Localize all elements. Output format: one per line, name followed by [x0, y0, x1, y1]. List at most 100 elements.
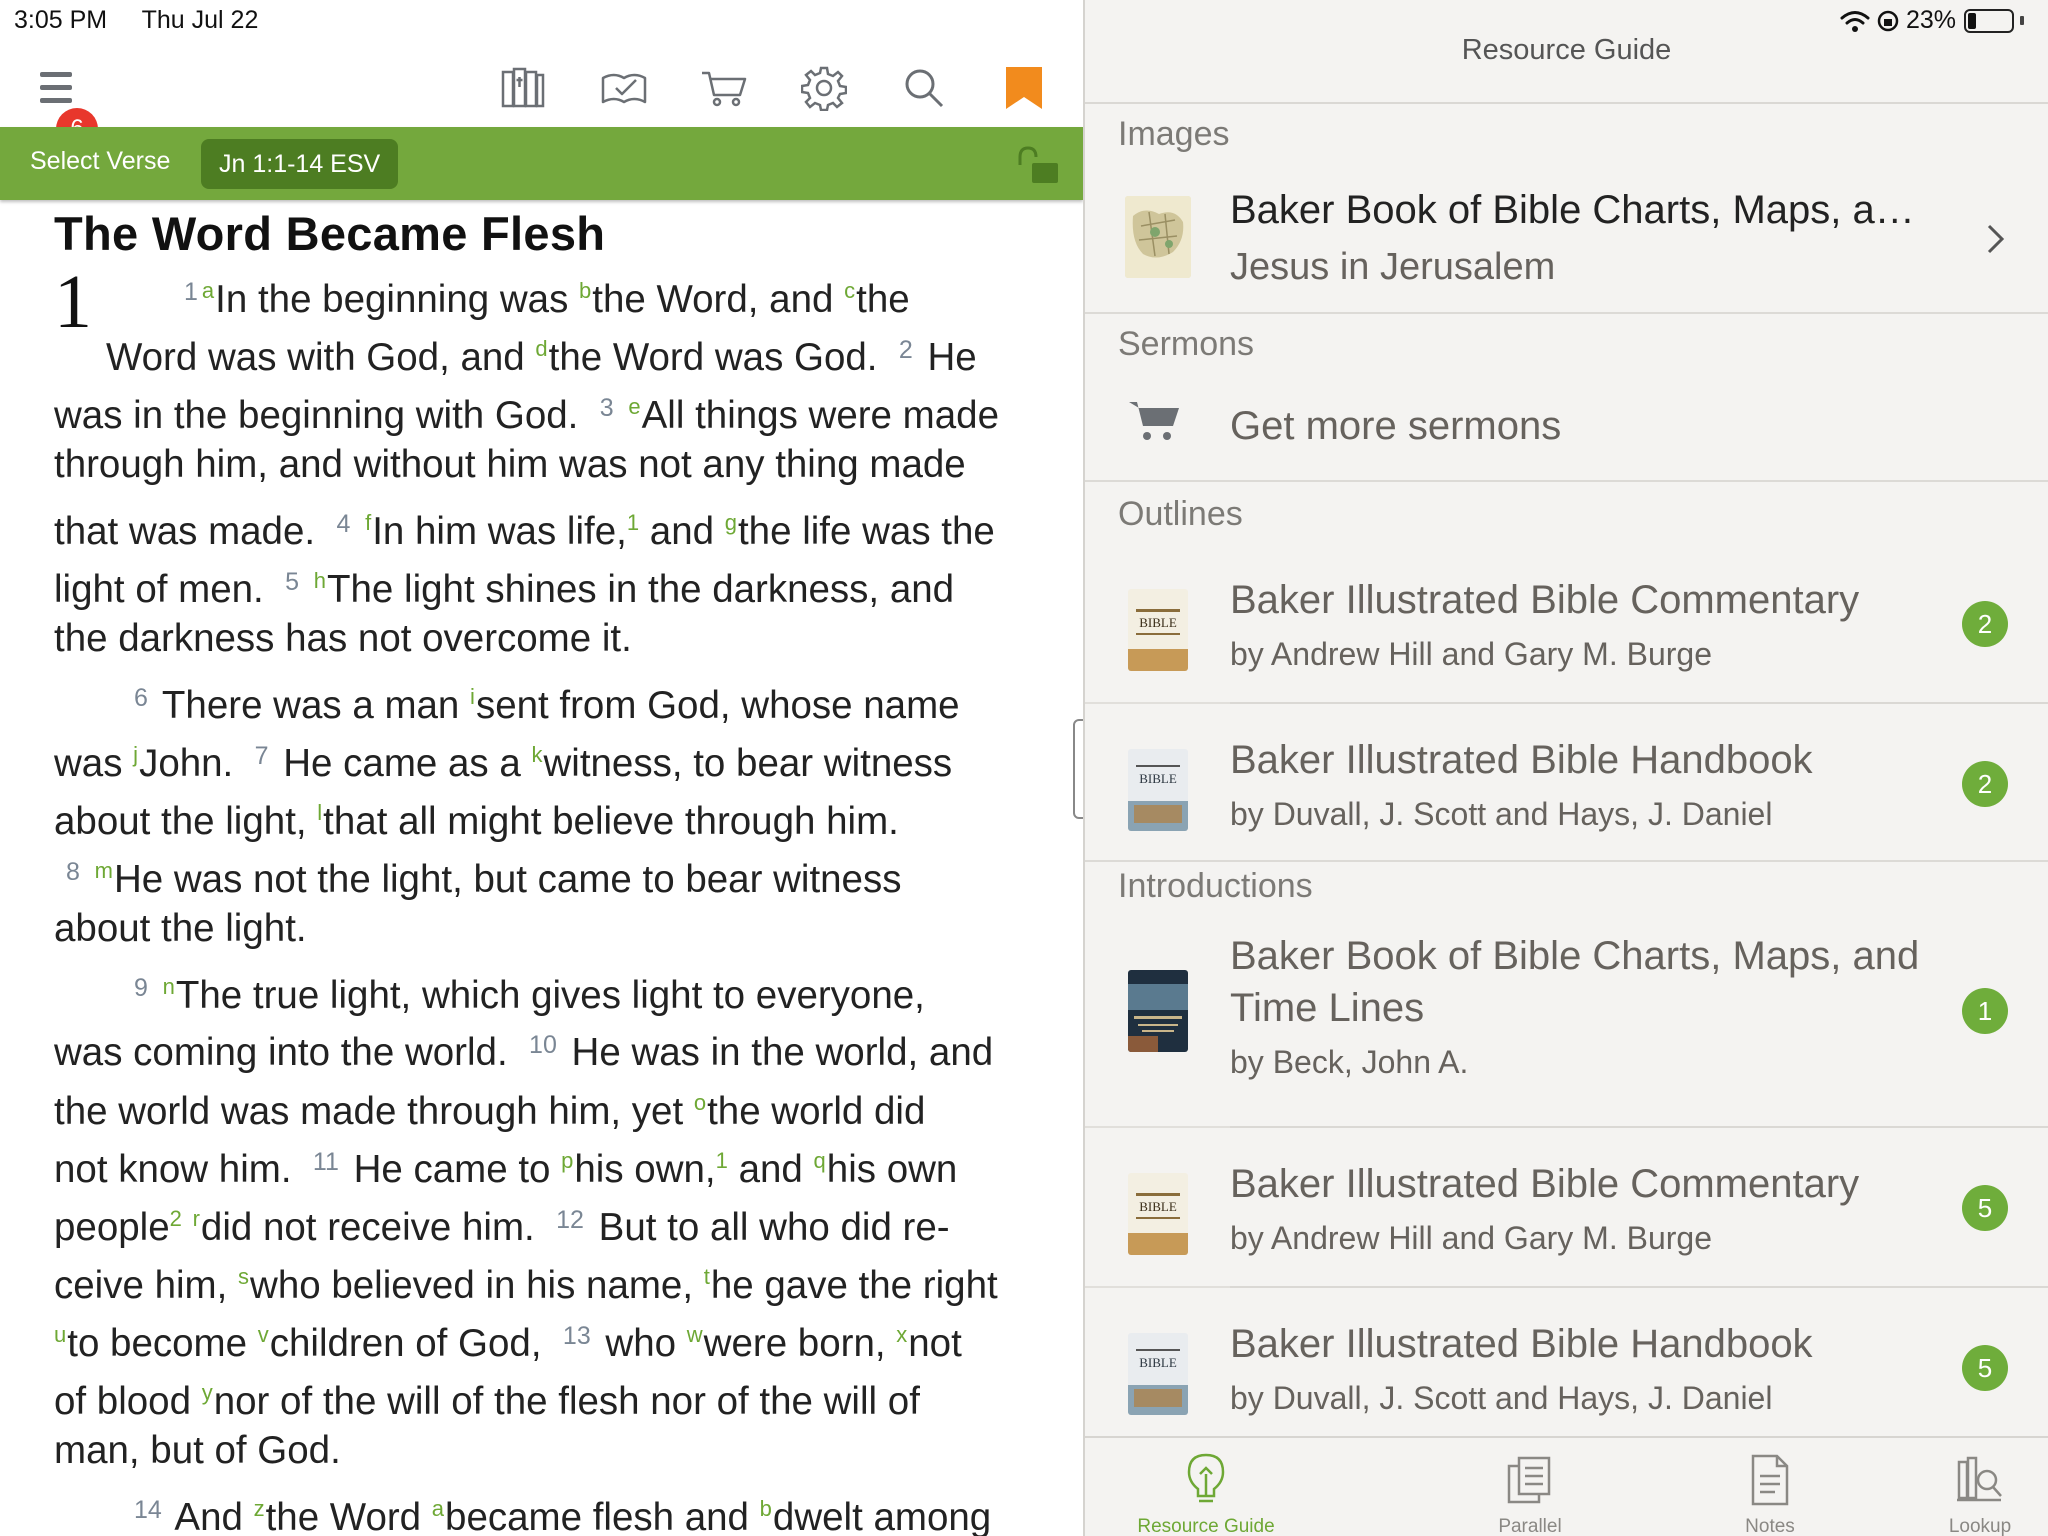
verse-number[interactable]: 7 — [255, 742, 269, 770]
tab-lookup[interactable]: Lookup — [1915, 1438, 2045, 1536]
verse-line[interactable]: ceive him, swho believed in his name, th… — [54, 1248, 998, 1315]
verse-line[interactable]: the darkness has not overcome it. — [54, 610, 632, 668]
verse-number[interactable]: 5 — [285, 568, 299, 596]
cross-reference-marker[interactable]: w — [687, 1322, 703, 1347]
cross-reference-marker[interactable]: u — [54, 1322, 66, 1347]
battery-tip-icon — [2020, 16, 2024, 25]
notes-icon — [1751, 1454, 1789, 1506]
verse-line[interactable]: about the light. — [54, 900, 307, 958]
verse-line[interactable]: 9 nThe true light, which gives light to … — [134, 958, 925, 1025]
verse-line[interactable]: was jJohn. 7 He came as a kwitness, to b… — [54, 726, 952, 793]
images-list: Baker Book of Bible Charts, Maps, and T…… — [1085, 164, 2048, 314]
introduction-row[interactable]: Baker Book of Bible Charts, Maps, and Ti… — [1085, 916, 2048, 1128]
cross-reference-marker[interactable]: d — [535, 336, 547, 361]
cross-reference-marker[interactable]: n — [163, 974, 175, 999]
verse-line[interactable]: light of men. 5 hThe light shines in the… — [54, 552, 954, 619]
verse-line[interactable]: 14 And zthe Word abecame flesh and bdwel… — [134, 1480, 991, 1536]
cross-reference-marker[interactable]: q — [814, 1148, 826, 1173]
cross-reference-marker[interactable]: a — [432, 1496, 444, 1521]
cross-reference-marker[interactable]: c — [844, 278, 855, 303]
reading-plans-button[interactable] — [596, 60, 652, 116]
verse-line[interactable]: 6 There was a man isent from God, whose … — [134, 668, 960, 735]
verse-number[interactable]: 6 — [134, 684, 148, 712]
cross-reference-marker[interactable]: e — [628, 394, 640, 419]
cross-reference-marker[interactable]: z — [254, 1496, 265, 1521]
verse-line[interactable]: 8 mHe was not the light, but came to bea… — [66, 842, 901, 909]
cross-reference-marker[interactable]: a — [202, 278, 214, 303]
passage-reference-button[interactable]: Jn 1:1-14 ESV — [201, 139, 399, 189]
library-button[interactable] — [495, 60, 551, 116]
cross-reference-marker[interactable]: g — [725, 510, 737, 535]
verse-line[interactable]: 1 aIn the beginning was bthe Word, and ct… — [184, 262, 910, 329]
tab-notes[interactable]: Notes — [1675, 1438, 1865, 1536]
lightbulb-icon — [1187, 1453, 1225, 1503]
verse-line[interactable]: the world was made through him, yet othe… — [54, 1074, 925, 1141]
verse-number[interactable]: 4 — [336, 510, 350, 538]
verse-text: There was a man — [151, 684, 471, 727]
cross-reference-marker[interactable]: y — [202, 1380, 213, 1405]
verse-number[interactable]: 11 — [313, 1148, 339, 1176]
footnote-marker[interactable]: 2 — [170, 1206, 182, 1231]
verse-number[interactable]: 14 — [134, 1496, 162, 1524]
verse-number[interactable]: 2 — [899, 336, 913, 364]
cross-reference-marker[interactable]: b — [760, 1496, 772, 1521]
verse-line[interactable]: that was made. 4 fIn him was life,1 and … — [54, 494, 995, 561]
introduction-row[interactable]: BIBLE Baker Illustrated Bible Handbook b… — [1085, 1288, 2048, 1436]
verse-line[interactable]: uto become vchildren of God, 13 who wwer… — [54, 1306, 962, 1373]
outlines-list: BIBLE Baker Illustrated Bible Commentary… — [1085, 544, 2048, 862]
cross-reference-marker[interactable]: r — [193, 1206, 200, 1231]
verse-line[interactable]: Word was with God, and dthe Word was God… — [106, 320, 977, 387]
verse-number[interactable]: 10 — [529, 1031, 557, 1059]
cross-reference-marker[interactable]: h — [314, 568, 326, 593]
cross-reference-marker[interactable]: k — [531, 742, 542, 767]
verse-line[interactable]: through him, and without him was not any… — [54, 436, 966, 494]
sync-lock-button[interactable] — [1014, 145, 1062, 185]
bookmark-button[interactable] — [996, 60, 1052, 116]
verse-number[interactable]: 3 — [600, 394, 614, 422]
select-verse-button[interactable]: Select Verse — [30, 147, 170, 176]
verse-text: In the beginning was — [215, 278, 580, 321]
verse-line[interactable]: not know him. 11 He came to phis own,1 a… — [54, 1132, 957, 1199]
cross-reference-marker[interactable]: v — [258, 1322, 269, 1347]
cross-reference-marker[interactable]: p — [561, 1148, 573, 1173]
verse-line[interactable]: people2 rdid not receive him. 12 But to … — [54, 1190, 950, 1257]
count-badge: 5 — [1962, 1345, 2008, 1391]
settings-button[interactable] — [796, 60, 852, 116]
cross-reference-marker[interactable]: t — [704, 1264, 710, 1289]
cross-reference-marker[interactable]: m — [95, 858, 113, 883]
cross-reference-marker[interactable]: f — [365, 510, 371, 535]
split-view-handle[interactable] — [1073, 719, 1083, 819]
verse-number[interactable]: 1 — [184, 278, 198, 306]
cross-reference-marker[interactable]: x — [896, 1322, 907, 1347]
outline-row[interactable]: BIBLE Baker Illustrated Bible Commentary… — [1085, 544, 2048, 704]
cross-reference-marker[interactable]: j — [133, 742, 138, 767]
verse-line[interactable]: was coming into the world. 10 He was in … — [54, 1016, 993, 1082]
footnote-marker[interactable]: 1 — [627, 510, 639, 535]
get-more-sermons-row[interactable]: Get more sermons — [1085, 374, 2048, 482]
tab-parallel[interactable]: Parallel — [1435, 1438, 1625, 1536]
verse-number[interactable]: 9 — [134, 974, 148, 1002]
verse-line[interactable]: of blood ynor of the will of the flesh n… — [54, 1364, 920, 1431]
section-header: Introductions — [1118, 867, 1313, 905]
verse-number[interactable]: 12 — [556, 1206, 584, 1234]
verse-line[interactable]: was in the beginning with God. 3 eAll th… — [54, 378, 999, 445]
cross-reference-marker[interactable]: s — [238, 1264, 249, 1289]
outline-row[interactable]: BIBLE Baker Illustrated Bible Handbook b… — [1085, 704, 2048, 862]
verse-number[interactable]: 8 — [66, 858, 80, 886]
resource-author: by Andrew Hill and Gary M. Burge — [1230, 636, 1712, 672]
verse-line[interactable]: about the light, lthat all might believe… — [54, 784, 899, 851]
search-button[interactable] — [896, 60, 952, 116]
introduction-row[interactable]: BIBLE Baker Illustrated Bible Commentary… — [1085, 1128, 2048, 1288]
cross-reference-marker[interactable]: b — [579, 278, 591, 303]
cross-reference-marker[interactable]: o — [694, 1090, 706, 1115]
store-button[interactable] — [696, 60, 752, 116]
image-resource-row[interactable]: Baker Book of Bible Charts, Maps, and T…… — [1085, 164, 2048, 314]
cross-reference-marker[interactable]: l — [317, 800, 322, 825]
verse-text: But to all who did re- — [587, 1206, 950, 1249]
verse-text: not — [908, 1322, 962, 1365]
verse-line[interactable]: man, but of God. — [54, 1422, 341, 1480]
tab-resource-guide[interactable]: Resource Guide — [1111, 1438, 1301, 1536]
footnote-marker[interactable]: 1 — [716, 1148, 728, 1173]
cross-reference-marker[interactable]: i — [470, 684, 475, 709]
verse-number[interactable]: 13 — [563, 1322, 591, 1350]
